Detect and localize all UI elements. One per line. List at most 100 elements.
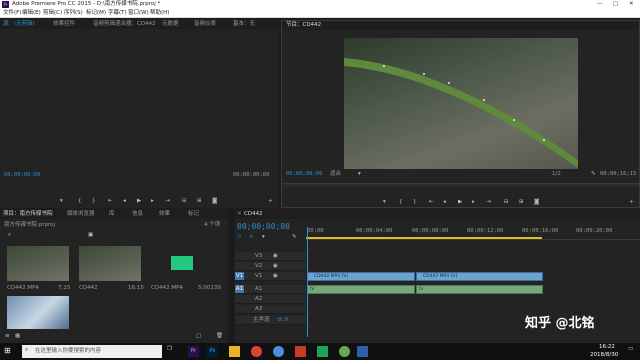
app-taskbar-icon[interactable] bbox=[273, 346, 284, 357]
windows-start-icon[interactable]: ⊞ bbox=[4, 347, 11, 355]
explorer-taskbar-icon[interactable] bbox=[229, 346, 240, 357]
track-header-a3[interactable]: A3 bbox=[235, 305, 306, 314]
lift-icon[interactable]: ⊟ bbox=[504, 199, 509, 206]
marker-icon[interactable]: ▾ bbox=[262, 234, 265, 241]
step-forward-icon[interactable]: ⇥ bbox=[165, 198, 170, 205]
maximize-button[interactable]: □ bbox=[613, 1, 618, 8]
new-bin-icon[interactable]: ▣ bbox=[88, 232, 93, 239]
clock-time[interactable]: 16:22 bbox=[599, 344, 615, 351]
wrench-icon[interactable]: ✎ bbox=[591, 171, 596, 178]
video-clip[interactable]: CD442.MP4 [V] bbox=[307, 272, 415, 281]
menu-file[interactable]: 文件(F) bbox=[3, 10, 21, 17]
tab-essential[interactable]: 基本：无 bbox=[233, 21, 255, 28]
track-header-master[interactable]: 主声道 0.0 bbox=[235, 316, 306, 325]
search-icon[interactable]: ⌕ bbox=[8, 232, 11, 239]
eye-icon[interactable]: ◉ bbox=[273, 263, 278, 270]
source-timecode-left[interactable]: 00;00;00;00 bbox=[4, 172, 40, 179]
app-taskbar-icon[interactable] bbox=[295, 346, 306, 357]
new-item-icon[interactable]: ▢ bbox=[196, 333, 201, 340]
app-taskbar-icon[interactable] bbox=[339, 346, 350, 357]
media-thumbnail[interactable] bbox=[79, 246, 141, 281]
source-patch-v1[interactable]: V1 bbox=[235, 272, 244, 280]
mark-out-icon[interactable]: } bbox=[413, 199, 417, 206]
track-header-v3[interactable]: V3 ◉ bbox=[235, 252, 306, 261]
marker-icon[interactable]: ▾ bbox=[383, 199, 386, 206]
track-header-v2[interactable]: V2 ◉ bbox=[235, 262, 306, 271]
source-patch-a1[interactable]: A1 bbox=[235, 285, 244, 293]
menu-clip[interactable]: 剪辑(C) bbox=[43, 10, 62, 17]
camera-icon[interactable]: ◙ bbox=[212, 198, 217, 205]
frame-back-icon[interactable]: ◂ bbox=[443, 199, 446, 206]
linked-icon[interactable]: ∞ bbox=[249, 234, 254, 241]
sequence-tab[interactable]: CD442 bbox=[244, 211, 263, 218]
frame-forward-icon[interactable]: ▸ bbox=[151, 198, 154, 205]
media-thumbnail[interactable] bbox=[7, 296, 69, 329]
snap-icon[interactable]: ⊃ bbox=[237, 234, 242, 241]
frame-back-icon[interactable]: ◂ bbox=[123, 198, 126, 205]
timeline-ruler[interactable]: 00;00 00;00;04;00 00;00;08;00 00;00;12;0… bbox=[306, 227, 640, 240]
step-back-icon[interactable]: ⇤ bbox=[429, 199, 434, 206]
resolution-dropdown[interactable]: 1/2 bbox=[552, 171, 561, 178]
menu-sequence[interactable]: 序列(S) bbox=[64, 10, 83, 17]
tab-project[interactable]: 项目：南方传媒书院 bbox=[3, 211, 53, 218]
program-timecode-left[interactable]: 00;00;00;00 bbox=[286, 171, 322, 178]
list-view-icon[interactable]: ≡ bbox=[5, 333, 10, 340]
overwrite-icon[interactable]: ⊞ bbox=[197, 198, 202, 205]
premiere-taskbar-icon[interactable]: Pr bbox=[188, 346, 199, 357]
tab-audio-meters[interactable]: 音频仪表 bbox=[194, 21, 216, 28]
fit-dropdown[interactable]: 适合 bbox=[330, 171, 341, 178]
tab-effect-controls[interactable]: 效果控件 bbox=[53, 21, 75, 28]
eye-icon[interactable]: ◉ bbox=[273, 253, 278, 260]
chevron-down-icon[interactable]: ▾ bbox=[358, 171, 361, 178]
menu-window[interactable]: 窗口(W) bbox=[128, 10, 149, 17]
step-forward-icon[interactable]: ⇥ bbox=[486, 199, 491, 206]
work-area-bar[interactable] bbox=[306, 237, 542, 239]
program-title[interactable]: 节目：CD442 bbox=[286, 22, 321, 29]
wrench-icon[interactable]: ✎ bbox=[292, 234, 297, 241]
taskbar-search-box[interactable]: ⌕ 在这里输入你要搜索的内容 bbox=[22, 345, 162, 358]
program-scrubber[interactable] bbox=[282, 183, 639, 187]
play-icon[interactable]: ▶ bbox=[137, 198, 141, 205]
extract-icon[interactable]: ⊞ bbox=[519, 199, 524, 206]
frame-forward-icon[interactable]: ▸ bbox=[472, 199, 475, 206]
playhead[interactable] bbox=[307, 227, 308, 337]
timeline-timecode[interactable]: 00;00;00;00 bbox=[237, 223, 290, 231]
app-taskbar-icon[interactable] bbox=[357, 346, 368, 357]
clock-date[interactable]: 2018/8/30 bbox=[590, 352, 618, 359]
close-button[interactable]: ✕ bbox=[629, 1, 634, 8]
eye-icon[interactable]: ◉ bbox=[273, 273, 278, 280]
marker-icon[interactable]: ▾ bbox=[60, 198, 63, 205]
insert-icon[interactable]: ⊟ bbox=[182, 198, 187, 205]
add-button-icon[interactable]: + bbox=[268, 198, 273, 205]
mark-out-icon[interactable]: } bbox=[92, 198, 96, 205]
audio-clip[interactable]: fx bbox=[307, 285, 415, 294]
tab-info[interactable]: 信息 bbox=[132, 211, 143, 218]
minimize-button[interactable]: — bbox=[597, 1, 603, 8]
step-back-icon[interactable]: ⇤ bbox=[108, 198, 113, 205]
icon-view-icon[interactable]: ▦ bbox=[15, 333, 20, 340]
camera-icon[interactable]: ◙ bbox=[534, 199, 539, 206]
tab-markers[interactable]: 标记 bbox=[188, 211, 199, 218]
tab-audio-mixer[interactable]: 音频剪辑混合器：CD442 bbox=[93, 21, 156, 28]
chrome-taskbar-icon[interactable] bbox=[251, 346, 262, 357]
menu-edit[interactable]: 编辑(E) bbox=[22, 10, 41, 17]
media-thumbnail[interactable] bbox=[7, 246, 69, 281]
close-icon[interactable]: ✕ bbox=[237, 211, 242, 218]
track-header-a2[interactable]: A2 bbox=[235, 295, 306, 304]
photoshop-taskbar-icon[interactable]: Ps bbox=[207, 346, 218, 357]
track-header-v1[interactable]: V1 V1 ◉ bbox=[235, 272, 306, 281]
tab-libraries[interactable]: 库 bbox=[109, 211, 115, 218]
audio-thumbnail[interactable] bbox=[151, 246, 213, 281]
app-taskbar-icon[interactable] bbox=[317, 346, 328, 357]
play-icon[interactable]: ▶ bbox=[458, 199, 462, 206]
tab-source[interactable]: 源：(无剪辑) bbox=[3, 21, 35, 28]
master-volume[interactable]: 0.0 bbox=[278, 317, 288, 324]
menu-help[interactable]: 帮助(H) bbox=[150, 10, 169, 17]
task-view-icon[interactable]: ❐ bbox=[167, 346, 172, 353]
menu-marker[interactable]: 标记(M) bbox=[86, 10, 106, 17]
mark-in-icon[interactable]: { bbox=[399, 199, 403, 206]
track-header-a1[interactable]: A1 A1 bbox=[235, 285, 306, 294]
tab-metadata[interactable]: 元数据 bbox=[162, 21, 179, 28]
add-button-icon[interactable]: + bbox=[629, 199, 634, 206]
notification-icon[interactable]: ▭ bbox=[628, 346, 633, 353]
